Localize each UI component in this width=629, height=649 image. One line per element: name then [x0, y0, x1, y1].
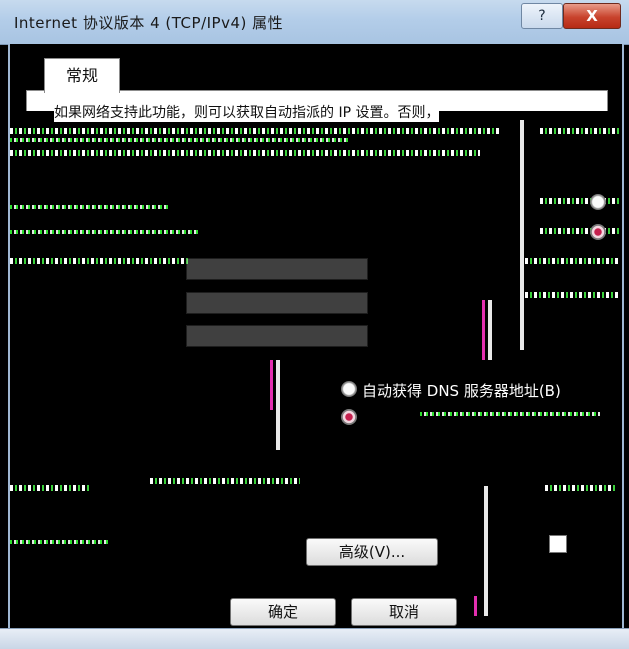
glitch-row	[540, 228, 620, 234]
tab-general[interactable]: 常规	[44, 58, 120, 93]
advanced-button[interactable]: 高级(V)...	[306, 538, 438, 566]
glitch-row	[10, 150, 480, 156]
subnet-mask-field[interactable]	[186, 292, 368, 314]
glitch-bar	[482, 300, 485, 360]
close-button[interactable]: X	[563, 3, 621, 29]
glitch-row	[540, 128, 620, 134]
dialog-window: Internet 协议版本 4 (TCP/IPv4) 属性 ? X 常规 如果网…	[0, 0, 629, 649]
glitch-row	[10, 138, 350, 142]
gateway-field[interactable]	[186, 325, 368, 347]
ok-button[interactable]: 确定	[230, 598, 336, 626]
intro-text: 如果网络支持此功能，则可以获取自动指派的 IP 设置。否则，	[54, 102, 440, 122]
cancel-button[interactable]: 取消	[351, 598, 457, 626]
glitch-bar	[488, 300, 492, 360]
window-title: Internet 协议版本 4 (TCP/IPv4) 属性	[14, 14, 284, 32]
ip-address-field[interactable]	[186, 258, 368, 280]
glitch-bar	[484, 486, 488, 616]
bottom-strip	[0, 628, 629, 649]
dns-auto-label: 自动获得 DNS 服务器地址(B)	[362, 382, 561, 400]
radio-b[interactable]	[590, 224, 606, 240]
glitch-bar	[474, 596, 477, 616]
glitch-row	[10, 128, 500, 134]
validate-on-exit-checkbox[interactable]	[549, 535, 567, 553]
glitch-bar	[276, 360, 280, 450]
glitch-row	[540, 198, 620, 204]
glitch-row	[525, 292, 620, 298]
dns-auto-radio[interactable]	[341, 381, 357, 397]
glitch-row	[150, 478, 300, 484]
glitch-bar	[270, 360, 273, 410]
help-button[interactable]: ?	[521, 3, 563, 29]
glitch-row	[10, 540, 110, 544]
title-bar: Internet 协议版本 4 (TCP/IPv4) 属性 ? X	[0, 0, 629, 45]
dns-manual-radio[interactable]	[341, 409, 357, 425]
glitch-row	[545, 485, 615, 491]
glitch-row	[525, 258, 620, 264]
glitch-row	[10, 258, 190, 264]
glitch-row	[420, 412, 600, 416]
glitch-row	[10, 230, 200, 234]
glitch-row	[10, 205, 170, 209]
radio-a[interactable]	[590, 194, 606, 210]
glitch-row	[10, 485, 90, 491]
glitch-bar	[520, 120, 524, 350]
